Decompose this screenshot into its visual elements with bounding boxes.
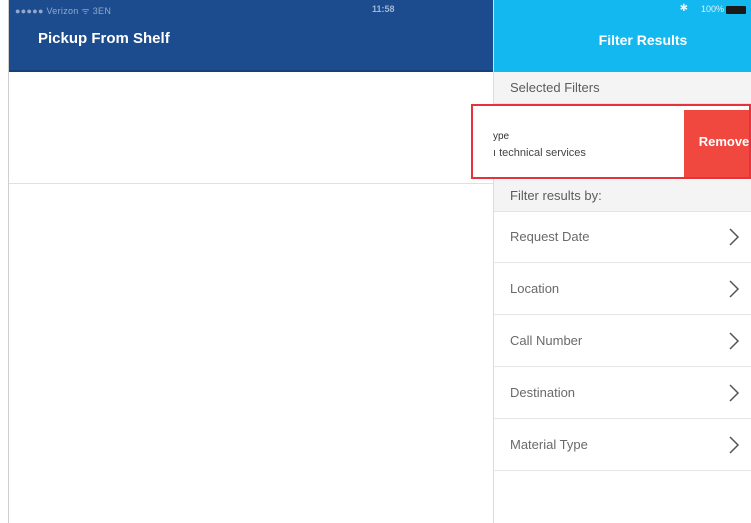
filter-by-label: Filter results by: bbox=[510, 188, 602, 203]
chevron-right-icon bbox=[729, 280, 740, 298]
left-nav-bar: Pickup From Shelf bbox=[9, 20, 499, 72]
status-carrier: ●●●●● Verizon ᯤ 3EN bbox=[15, 6, 112, 16]
filter-panel: ✱ 100% Filter Results Selected Filters F… bbox=[493, 0, 751, 523]
filter-row-request-date[interactable]: Request Date bbox=[494, 212, 751, 263]
filter-row-destination[interactable]: Destination bbox=[494, 368, 751, 419]
remove-label: Remove bbox=[698, 134, 750, 149]
chevron-right-icon bbox=[729, 436, 740, 454]
left-pane: ●●●●● Verizon ᯤ 3EN 11:58 Pickup From Sh… bbox=[8, 0, 499, 523]
battery-icon bbox=[726, 6, 746, 14]
filter-row-label: Call Number bbox=[510, 333, 583, 348]
status-time: 11:58 bbox=[372, 4, 395, 14]
page-title: Pickup From Shelf bbox=[38, 30, 170, 47]
filter-row-location[interactable]: Location bbox=[494, 264, 751, 315]
list-divider bbox=[9, 183, 499, 184]
selected-filter-item[interactable]: ype ı technical services Remove bbox=[471, 104, 751, 179]
filter-row-material-type[interactable]: Material Type bbox=[494, 420, 751, 471]
filter-row-label: Material Type bbox=[510, 437, 588, 452]
battery-percent: 100% bbox=[700, 4, 724, 14]
right-status-bar: ✱ 100% bbox=[494, 0, 751, 20]
filter-row-label: Location bbox=[510, 281, 560, 296]
selected-filter-value: ı technical services bbox=[493, 147, 586, 159]
bluetooth-icon: ✱ bbox=[679, 3, 688, 14]
chevron-right-icon bbox=[729, 228, 740, 246]
filter-nav-bar: Filter Results bbox=[494, 20, 751, 72]
selected-filter-title: ype bbox=[493, 131, 510, 142]
filter-row-label: Request Date bbox=[510, 229, 590, 244]
selected-filters-label: Selected Filters bbox=[510, 80, 600, 95]
remove-filter-button[interactable]: Remove bbox=[684, 110, 750, 177]
filter-panel-title: Filter Results bbox=[598, 32, 688, 48]
filter-row-call-number[interactable]: Call Number bbox=[494, 316, 751, 367]
filter-row-label: Destination bbox=[510, 385, 576, 400]
filter-by-header: Filter results by: bbox=[494, 180, 751, 212]
chevron-right-icon bbox=[729, 384, 740, 402]
chevron-right-icon bbox=[729, 332, 740, 350]
selected-filters-header: Selected Filters bbox=[494, 72, 751, 104]
left-status-bar: ●●●●● Verizon ᯤ 3EN 11:58 bbox=[9, 0, 499, 20]
